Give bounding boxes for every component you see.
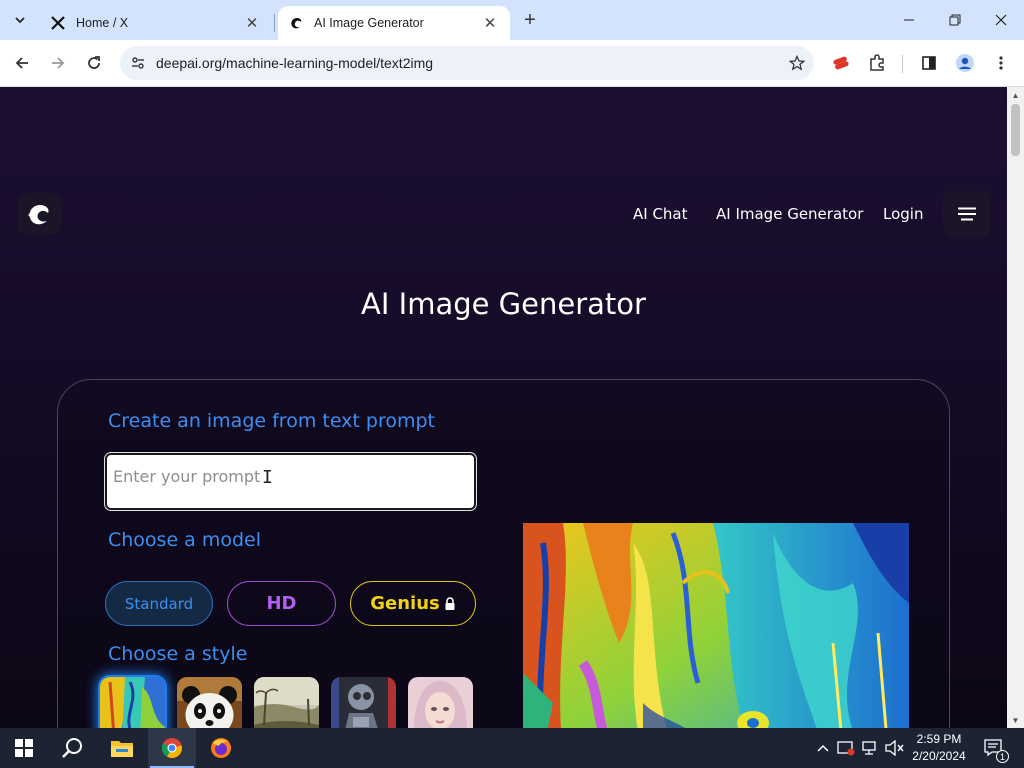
reload-icon [88, 56, 100, 69]
extension-logo-icon [833, 56, 849, 70]
restore-button[interactable] [932, 0, 978, 40]
profile-button[interactable] [950, 48, 980, 78]
arrow-right-icon [52, 57, 65, 69]
page-scrollbar[interactable]: ▲ ▼ [1007, 87, 1024, 728]
hamburger-menu-button[interactable] [943, 191, 991, 237]
show-hidden-icons-chevron-icon[interactable] [813, 738, 833, 758]
model-label: Genius [370, 593, 440, 614]
extension-red-button[interactable] [826, 48, 856, 78]
side-panel-button[interactable] [914, 48, 944, 78]
notification-count-badge: 1 [996, 750, 1009, 763]
chrome-logo-icon [162, 738, 183, 759]
close-window-button[interactable] [978, 0, 1024, 40]
tab-title: Home / X [76, 16, 129, 30]
taskbar-chrome[interactable] [148, 728, 196, 768]
nav-ai-chat-link[interactable]: AI Chat [633, 205, 688, 223]
avatar-icon [956, 54, 974, 72]
model-genius-button[interactable]: Genius [350, 581, 476, 626]
style-thumb-abstract[interactable] [100, 677, 165, 728]
scroll-up-arrow-icon[interactable]: ▲ [1007, 87, 1024, 103]
x-logo-icon [50, 15, 66, 31]
style-thumb-portrait[interactable] [408, 677, 473, 728]
clock-time: 2:59 PM [916, 732, 962, 746]
close-tab-icon[interactable]: ✕ [242, 13, 262, 33]
abstract-painting-image [100, 677, 165, 728]
generated-image-preview [523, 523, 909, 728]
windows-logo-icon [15, 739, 33, 757]
new-tab-button[interactable]: + [518, 8, 542, 32]
model-standard-button[interactable]: Standard [105, 581, 213, 626]
taskbar-file-explorer[interactable] [98, 728, 146, 768]
browser-menu-button[interactable] [986, 48, 1016, 78]
start-button[interactable] [0, 728, 48, 768]
text-cursor-icon: I [262, 467, 273, 488]
model-label: Standard [124, 594, 194, 613]
chevron-down-icon [15, 17, 25, 24]
tab-ai-image-generator[interactable]: AI Image Generator ✕ [278, 6, 510, 40]
portrait-image [408, 677, 473, 728]
site-info-icon[interactable] [120, 46, 156, 80]
taskbar-search-button[interactable] [48, 728, 96, 768]
tab-search-button[interactable] [6, 6, 34, 34]
style-thumb-panda[interactable] [177, 677, 242, 728]
tab-separator [274, 14, 275, 32]
restore-icon [949, 14, 961, 26]
reload-button[interactable] [79, 48, 109, 78]
side-panel-icon [922, 56, 936, 70]
search-icon [62, 738, 82, 758]
style-thumb-robot[interactable] [331, 677, 396, 728]
scroll-down-arrow-icon[interactable]: ▼ [1007, 712, 1024, 728]
tab-home-x[interactable]: Home / X ✕ [40, 6, 272, 40]
prompt-heading: Create an image from text prompt [108, 410, 436, 432]
tab-title: AI Image Generator [314, 16, 424, 30]
url-text: deepai.org/machine-learning-model/text2i… [156, 55, 434, 71]
address-bar[interactable]: deepai.org/machine-learning-model/text2i… [120, 46, 814, 80]
panda-image [177, 677, 242, 728]
bookmark-star-icon[interactable] [780, 46, 814, 80]
scrollbar-thumb[interactable] [1011, 104, 1020, 156]
toolbar-divider [902, 55, 903, 73]
style-heading: Choose a style [108, 643, 248, 665]
landscape-image [254, 677, 319, 728]
model-heading: Choose a model [108, 529, 262, 551]
forward-button[interactable] [43, 48, 73, 78]
abstract-painting-image [523, 523, 909, 728]
nav-login-link[interactable]: Login [883, 205, 923, 223]
network-tray-icon[interactable] [860, 738, 880, 758]
minimize-button[interactable] [886, 0, 932, 40]
folder-icon [111, 741, 133, 757]
close-icon [995, 14, 1007, 26]
arrow-left-icon [15, 57, 28, 69]
home-logo-button[interactable] [17, 193, 61, 235]
lock-icon [445, 596, 455, 610]
model-hd-button[interactable]: HD [227, 581, 336, 626]
close-tab-icon[interactable]: ✕ [480, 13, 500, 33]
minimize-icon [904, 19, 914, 21]
deepai-logo-icon [28, 205, 49, 225]
browser-tabstrip: Home / X ✕ AI Image Generator ✕ + [0, 0, 1024, 40]
puzzle-icon [870, 54, 884, 71]
windows-taskbar: 2:59 PM 2/20/2024 1 [0, 728, 1024, 768]
clock-date: 2/20/2024 [912, 749, 966, 763]
security-tray-icon[interactable] [836, 738, 856, 758]
page-title: AI Image Generator [361, 287, 646, 321]
firefox-logo-icon [211, 738, 231, 758]
back-button[interactable] [7, 48, 37, 78]
deepai-logo-icon [288, 15, 304, 31]
hamburger-icon [958, 207, 976, 221]
prompt-input[interactable] [104, 452, 477, 511]
model-label: HD [266, 593, 297, 614]
style-thumb-landscape[interactable] [254, 677, 319, 728]
kebab-menu-icon [999, 56, 1003, 70]
system-clock[interactable]: 2:59 PM 2/20/2024 [900, 731, 978, 765]
browser-toolbar: deepai.org/machine-learning-model/text2i… [0, 40, 1024, 87]
nav-ai-image-generator-link[interactable]: AI Image Generator [716, 205, 863, 223]
page-viewport: AI Chat AI Image Generator Login AI Imag… [0, 87, 1007, 728]
robot-image [331, 677, 396, 728]
taskbar-firefox[interactable] [197, 728, 245, 768]
extensions-button[interactable] [862, 48, 892, 78]
